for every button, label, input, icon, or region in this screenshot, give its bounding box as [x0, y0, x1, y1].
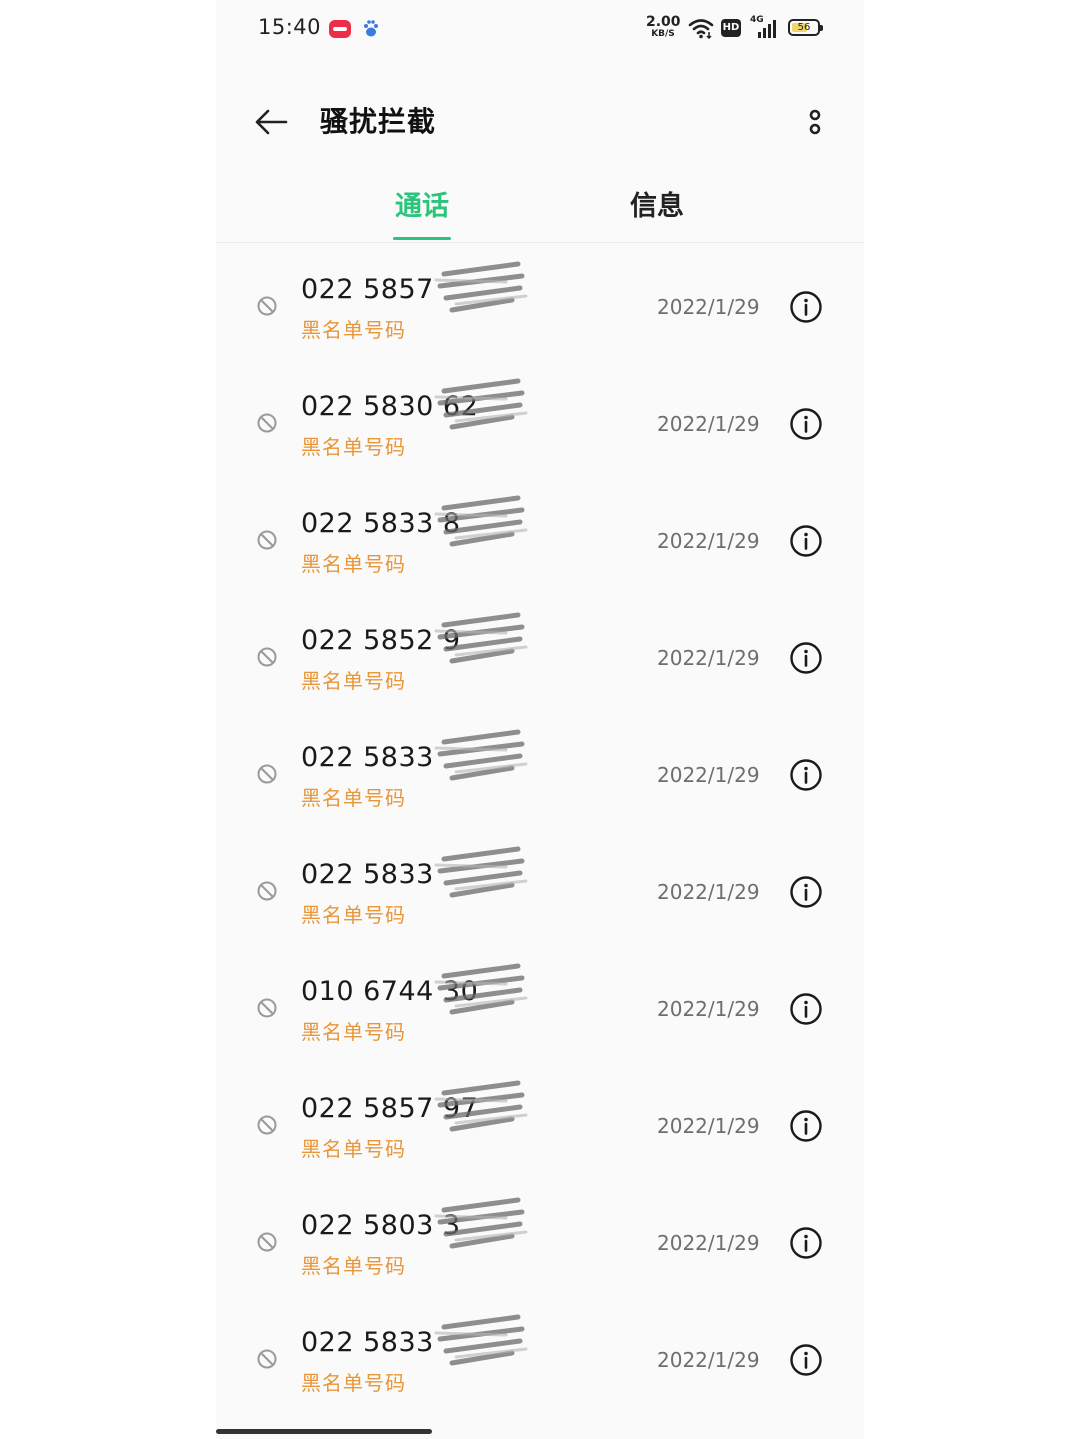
call-row[interactable]: 022 5803 3 黑名单号码 2022/1/29: [216, 1184, 864, 1301]
network-speed-unit: KB/S: [651, 29, 675, 39]
redaction-scribble: [434, 378, 528, 430]
call-date: 2022/1/29: [657, 763, 760, 787]
redaction-scribble: [434, 1314, 528, 1366]
page-title: 骚扰拦截: [320, 105, 437, 138]
hd-label: HD: [722, 22, 740, 33]
home-indicator[interactable]: [216, 1429, 432, 1434]
redaction-scribble: [434, 495, 528, 547]
call-date: 2022/1/29: [657, 295, 760, 319]
blocked-icon: [257, 764, 277, 784]
call-date: 2022/1/29: [657, 1231, 760, 1255]
blocked-icon: [257, 296, 277, 316]
cellular-signal: 4G: [750, 15, 778, 40]
call-date: 2022/1/29: [657, 1348, 760, 1372]
battery-icon: 56: [788, 19, 823, 36]
wifi-icon: [688, 19, 714, 39]
phone-number: 022 5857: [301, 274, 434, 305]
call-date: 2022/1/29: [657, 880, 760, 904]
call-date: 2022/1/29: [657, 1114, 760, 1138]
back-arrow-icon[interactable]: [252, 102, 292, 142]
call-row[interactable]: 022 5852 9 黑名单号码 2022/1/29: [216, 599, 864, 716]
network-speed: 2.00 KB/S: [646, 14, 681, 39]
phone-screen: 15:40 2.00 KB/S HD 4G 56 骚扰拦截 通话 信息 022 …: [216, 0, 864, 1439]
call-date: 2022/1/29: [657, 646, 760, 670]
redaction-scribble: [434, 963, 528, 1015]
redaction-scribble: [434, 261, 528, 313]
app-header: 骚扰拦截: [216, 80, 864, 164]
call-date: 2022/1/29: [657, 529, 760, 553]
phone-number: 022 5833: [301, 742, 434, 773]
redaction-scribble: [434, 1197, 528, 1249]
blocked-icon: [257, 1115, 277, 1135]
blacklist-tag: 黑名单号码: [301, 552, 406, 576]
blacklist-tag: 黑名单号码: [301, 786, 406, 810]
call-row[interactable]: 010 6744 30 黑名单号码 2022/1/29: [216, 950, 864, 1067]
status-time: 15:40: [258, 15, 322, 39]
blocked-icon: [257, 413, 277, 433]
blocked-calls-list: 022 5857 黑名单号码 2022/1/29 022 5830 62 黑名单号码 20…: [216, 248, 864, 1418]
hd-badge: HD: [721, 19, 741, 37]
info-icon[interactable]: [789, 1109, 823, 1143]
redaction-scribble: [434, 729, 528, 781]
info-icon[interactable]: [789, 641, 823, 675]
blocked-icon: [257, 881, 277, 901]
tab-messages[interactable]: 信息: [597, 184, 717, 240]
blacklist-tag: 黑名单号码: [301, 435, 406, 459]
blacklist-tag: 黑名单号码: [301, 903, 406, 927]
call-row[interactable]: 022 5833 黑名单号码 2022/1/29: [216, 1301, 864, 1418]
phone-number: 022 5833: [301, 859, 434, 890]
tab-bar: 通话 信息: [216, 170, 864, 243]
more-options-icon[interactable]: [800, 102, 830, 142]
info-icon[interactable]: [789, 524, 823, 558]
blocked-icon: [257, 530, 277, 550]
call-row[interactable]: 022 5857 黑名单号码 2022/1/29: [216, 248, 864, 365]
call-row[interactable]: 022 5830 62 黑名单号码 2022/1/29: [216, 365, 864, 482]
call-row[interactable]: 022 5833 8 黑名单号码 2022/1/29: [216, 482, 864, 599]
info-icon[interactable]: [789, 992, 823, 1026]
call-row[interactable]: 022 5857 97 黑名单号码 2022/1/29: [216, 1067, 864, 1184]
call-row[interactable]: 022 5833 黑名单号码 2022/1/29: [216, 716, 864, 833]
tab-calls[interactable]: 通话: [362, 184, 482, 240]
blacklist-tag: 黑名单号码: [301, 1371, 406, 1395]
active-tab-indicator: [393, 237, 451, 240]
network-speed-value: 2.00: [646, 14, 681, 30]
status-bar: 15:40 2.00 KB/S HD 4G 56: [216, 0, 864, 58]
baidu-paw-icon: [364, 20, 378, 37]
info-icon[interactable]: [789, 758, 823, 792]
blacklist-tag: 黑名单号码: [301, 669, 406, 693]
blocked-icon: [257, 1349, 277, 1369]
blacklist-tag: 黑名单号码: [301, 1137, 406, 1161]
blacklist-tag: 黑名单号码: [301, 318, 406, 342]
redaction-scribble: [434, 846, 528, 898]
call-date: 2022/1/29: [657, 997, 760, 1021]
info-icon[interactable]: [789, 875, 823, 909]
call-date: 2022/1/29: [657, 412, 760, 436]
info-icon[interactable]: [789, 1226, 823, 1260]
blacklist-tag: 黑名单号码: [301, 1020, 406, 1044]
info-icon[interactable]: [789, 407, 823, 441]
info-icon[interactable]: [789, 290, 823, 324]
redaction-scribble: [434, 612, 528, 664]
blocked-icon: [257, 998, 277, 1018]
blacklist-tag: 黑名单号码: [301, 1254, 406, 1278]
info-icon[interactable]: [789, 1343, 823, 1377]
blocked-icon: [257, 1232, 277, 1252]
signal-bars-icon: [758, 20, 776, 38]
redaction-scribble: [434, 1080, 528, 1132]
notification-app-icon: [329, 20, 351, 38]
battery-level: 56: [797, 22, 811, 33]
call-row[interactable]: 022 5833 黑名单号码 2022/1/29: [216, 833, 864, 950]
blocked-icon: [257, 647, 277, 667]
phone-number: 022 5833: [301, 1327, 434, 1358]
